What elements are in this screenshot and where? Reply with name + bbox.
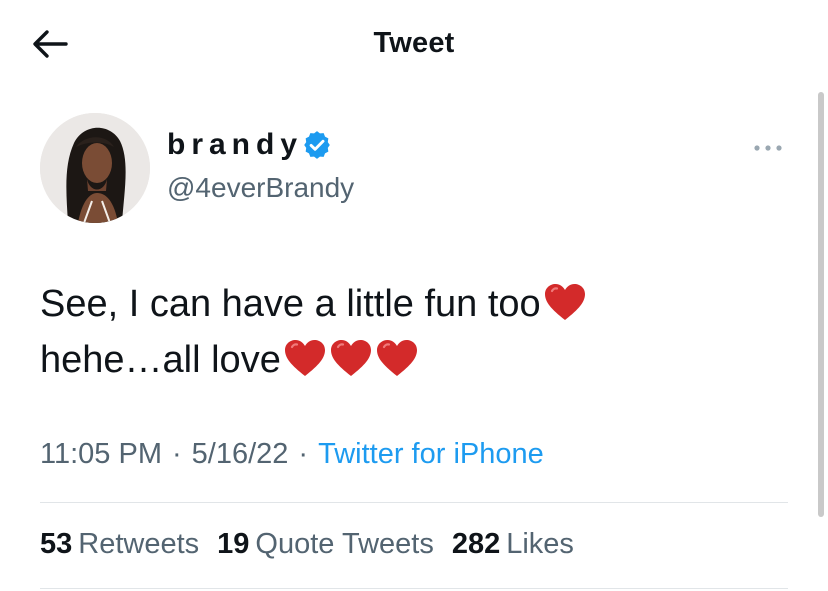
meta-separator: · [298,438,309,470]
page-title: Tweet [373,27,455,59]
scrollbar[interactable] [818,92,824,517]
tweet-date[interactable]: 5/16/22 [192,438,289,471]
tweet-line-1: See, I can have a little fun too [40,276,800,332]
retweets-label: Retweets [78,528,200,560]
divider [40,502,788,503]
heart-icon [330,340,371,376]
verified-badge-icon [301,129,333,161]
profile-photo [40,113,150,223]
retweets-count: 53 [40,528,73,560]
heart-icon [544,284,585,320]
tweet-detail-page: Tweet brandy @4everBrandy See, I can hav… [0,0,828,591]
heart-icon [376,340,417,376]
display-name[interactable]: brandy [167,128,303,162]
likes-count: 282 [451,528,501,560]
likes-stat[interactable]: 282 Likes [452,528,574,561]
likes-label: Likes [506,528,574,560]
tweet-meta: 11:05 PM · 5/16/22 · Twitter for iPhone [40,438,544,471]
more-options-button[interactable] [748,134,788,162]
quote-tweets-label: Quote Tweets [255,528,434,560]
tweet-line-2: hehe…all love [40,332,800,388]
tweet-text: See, I can have a little fun too hehe…al… [40,276,800,388]
quote-tweets-stat[interactable]: 19 Quote Tweets [217,528,434,561]
retweets-stat[interactable]: 53 Retweets [40,528,199,561]
tweet-stats: 53 Retweets 19 Quote Tweets 282 Likes [40,528,592,561]
heart-icon [284,340,325,376]
tweet-time[interactable]: 11:05 PM [40,438,162,471]
tweet-source-link[interactable]: Twitter for iPhone [318,438,544,471]
author-name-row[interactable]: brandy [167,128,333,162]
more-horizontal-icon [754,145,782,151]
meta-separator: · [171,438,182,470]
user-handle[interactable]: @4everBrandy [167,172,354,204]
divider [40,588,788,589]
avatar[interactable] [40,113,150,223]
quote-tweets-count: 19 [217,528,250,560]
